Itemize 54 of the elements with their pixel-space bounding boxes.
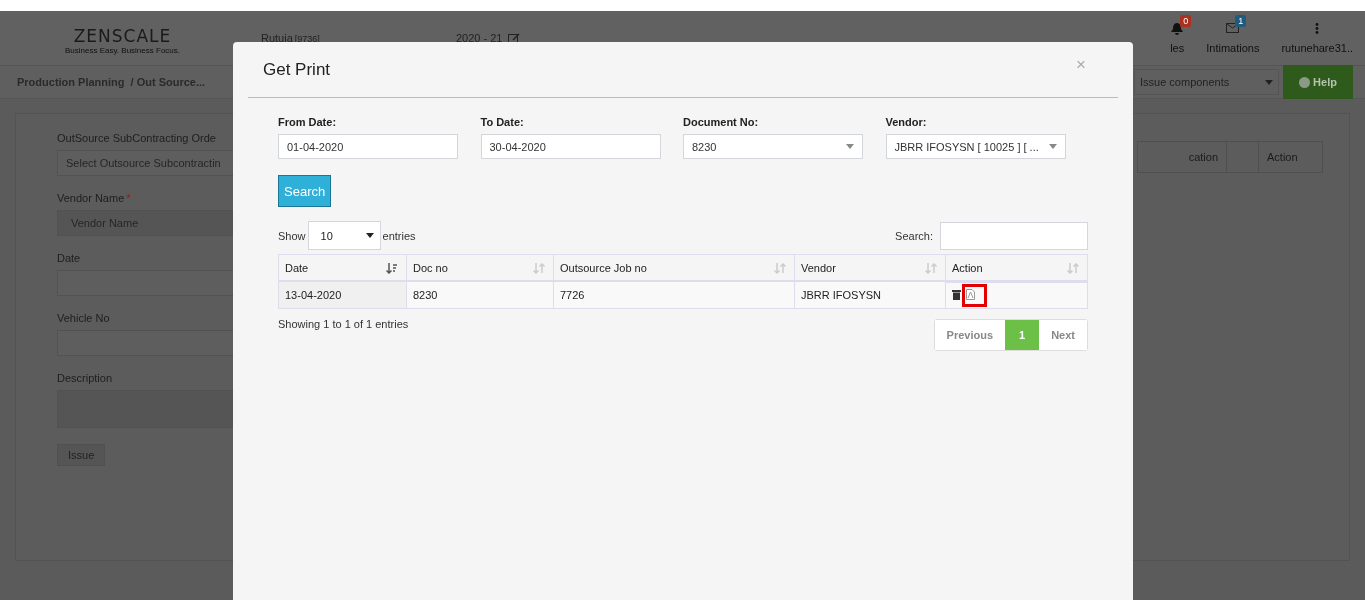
entries-info: Showing 1 to 1 of 1 entries <box>278 318 409 330</box>
header-menu-label[interactable]: les <box>1170 41 1185 54</box>
table-cell: JBRR IFOSYSN <box>794 280 946 309</box>
trash-icon[interactable] <box>952 290 961 300</box>
more-icon[interactable] <box>1315 22 1320 34</box>
column-header[interactable]: Action <box>945 254 1088 281</box>
logo-tagline: Business Easy. Business Focus. <box>65 45 180 55</box>
close-button[interactable]: × <box>1076 54 1086 75</box>
envelope-icon[interactable] <box>1226 22 1240 33</box>
table-header-cell-text: cation <box>1187 150 1219 165</box>
column-header[interactable]: Vendor <box>794 254 946 281</box>
dropdown-select[interactable]: 8230 <box>683 134 863 159</box>
search-button[interactable]: Search <box>278 175 332 207</box>
entries-label: entries <box>382 229 416 242</box>
field-label: Date <box>57 252 82 264</box>
count-badge: 0 <box>1180 14 1192 27</box>
dropdown-select[interactable]: JBRR IFOSYSN [ 10025 ] [ ... <box>885 134 1066 159</box>
help-button[interactable]: Help <box>1283 65 1353 99</box>
type-select[interactable]: Issue components <box>1134 69 1279 95</box>
edit-icon[interactable] <box>508 32 521 44</box>
bell-icon[interactable] <box>1171 22 1184 36</box>
pagination-button[interactable]: Previous <box>934 320 1006 350</box>
filter-label: From Date: <box>278 116 338 128</box>
filter-label: To Date: <box>480 116 525 128</box>
field-label: Description <box>57 372 114 384</box>
dialog-title: Get Print <box>262 59 331 80</box>
filter-label: Document No: <box>683 116 760 128</box>
column-header[interactable]: Outsource Job no <box>553 254 795 281</box>
table-cell: 7726 <box>553 280 795 309</box>
help-icon <box>1299 76 1311 88</box>
table-cell: 13-04-2020 <box>278 280 407 309</box>
sort-icon[interactable] <box>386 263 398 274</box>
filter-label: Vendor: <box>885 116 928 128</box>
column-header[interactable]: Date <box>278 254 407 281</box>
company-logo: ZENSCALE <box>73 25 172 46</box>
pagination-button[interactable]: 1 <box>1005 320 1040 350</box>
header-menu-label[interactable]: Intimations <box>1206 41 1260 54</box>
table-search-field[interactable] <box>940 221 1088 250</box>
pdf-icon[interactable] <box>966 288 975 300</box>
pagination-button[interactable]: Next <box>1039 320 1087 350</box>
table-header-cell: Action <box>1258 142 1322 172</box>
search-label: Search: <box>895 229 933 242</box>
financial-year: 2020 - 21 <box>456 32 503 44</box>
field-label: OutSource SubContracting Orde <box>57 132 217 144</box>
column-header[interactable]: Doc no <box>406 254 554 281</box>
user-name: Rutuja <box>261 32 293 44</box>
page-length-select[interactable]: 10 <box>307 221 381 250</box>
field-label: Vehicle No <box>57 312 111 324</box>
count-badge: 1 <box>1235 14 1247 27</box>
date-input[interactable]: 30-04-2020 <box>480 134 661 159</box>
header-menu-label[interactable]: rutunehare31.. <box>1281 41 1353 54</box>
field-label: Vendor Name * <box>57 192 132 204</box>
table-cell: 8230 <box>406 280 554 309</box>
date-input[interactable]: 01-04-2020 <box>278 134 458 159</box>
